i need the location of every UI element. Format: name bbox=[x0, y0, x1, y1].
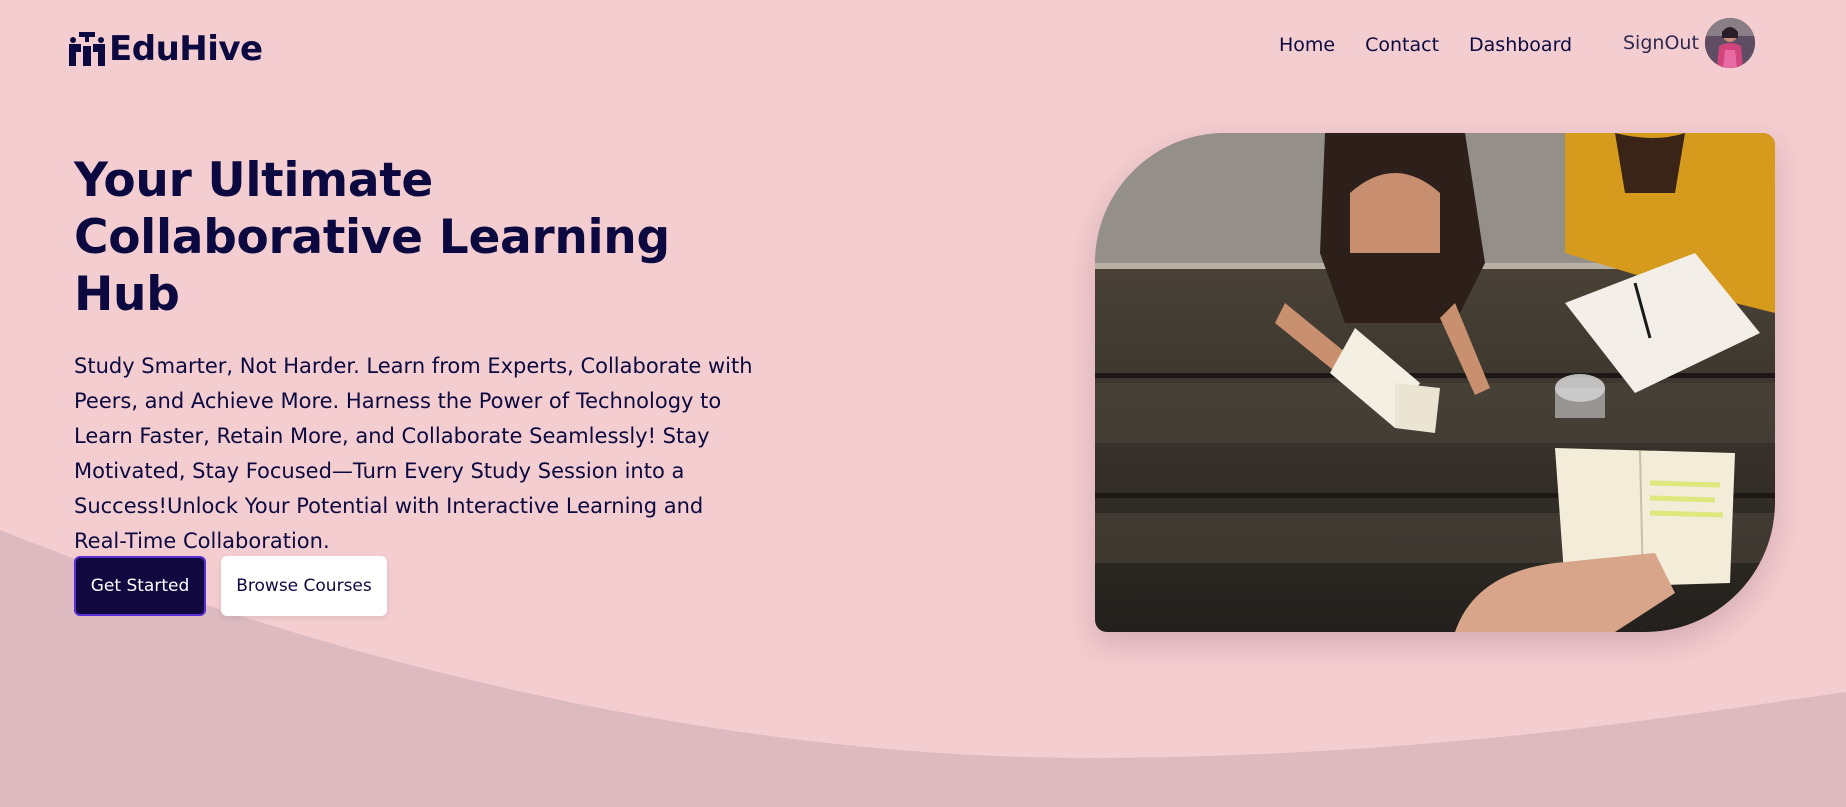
nav-contact-link[interactable]: Contact bbox=[1365, 34, 1439, 56]
brand-name: EduHive bbox=[109, 29, 263, 69]
browse-courses-button[interactable]: Browse Courses bbox=[221, 556, 387, 616]
nav-home-link[interactable]: Home bbox=[1279, 34, 1335, 56]
site-header: EduHive Home Contact Dashboard SignOut bbox=[0, 0, 1846, 100]
hero-buttons: Get Started Browse Courses bbox=[74, 556, 387, 616]
hero-title: Your Ultimate Collaborative Learning Hub bbox=[74, 152, 774, 323]
user-avatar[interactable] bbox=[1705, 18, 1755, 68]
hero-title-line1: Your Ultimate bbox=[74, 153, 433, 208]
avatar-photo-icon bbox=[1705, 18, 1755, 68]
hero-section: Your Ultimate Collaborative Learning Hub… bbox=[74, 152, 774, 559]
students-studying-photo bbox=[1095, 133, 1775, 632]
graduation-hive-logo-icon bbox=[69, 32, 105, 66]
nav-dashboard-link[interactable]: Dashboard bbox=[1469, 34, 1572, 56]
hero-description: Study Smarter, Not Harder. Learn from Ex… bbox=[74, 354, 753, 553]
hero-photo-illustration bbox=[1095, 133, 1775, 632]
brand-logo[interactable]: EduHive bbox=[65, 28, 263, 70]
hero-title-line2: Collaborative Learning Hub bbox=[74, 210, 670, 322]
get-started-button[interactable]: Get Started bbox=[74, 556, 206, 616]
signout-link[interactable]: SignOut bbox=[1623, 32, 1699, 54]
main-nav: Home Contact Dashboard bbox=[1279, 34, 1572, 56]
landing-page: EduHive Home Contact Dashboard SignOut Y… bbox=[0, 0, 1846, 807]
